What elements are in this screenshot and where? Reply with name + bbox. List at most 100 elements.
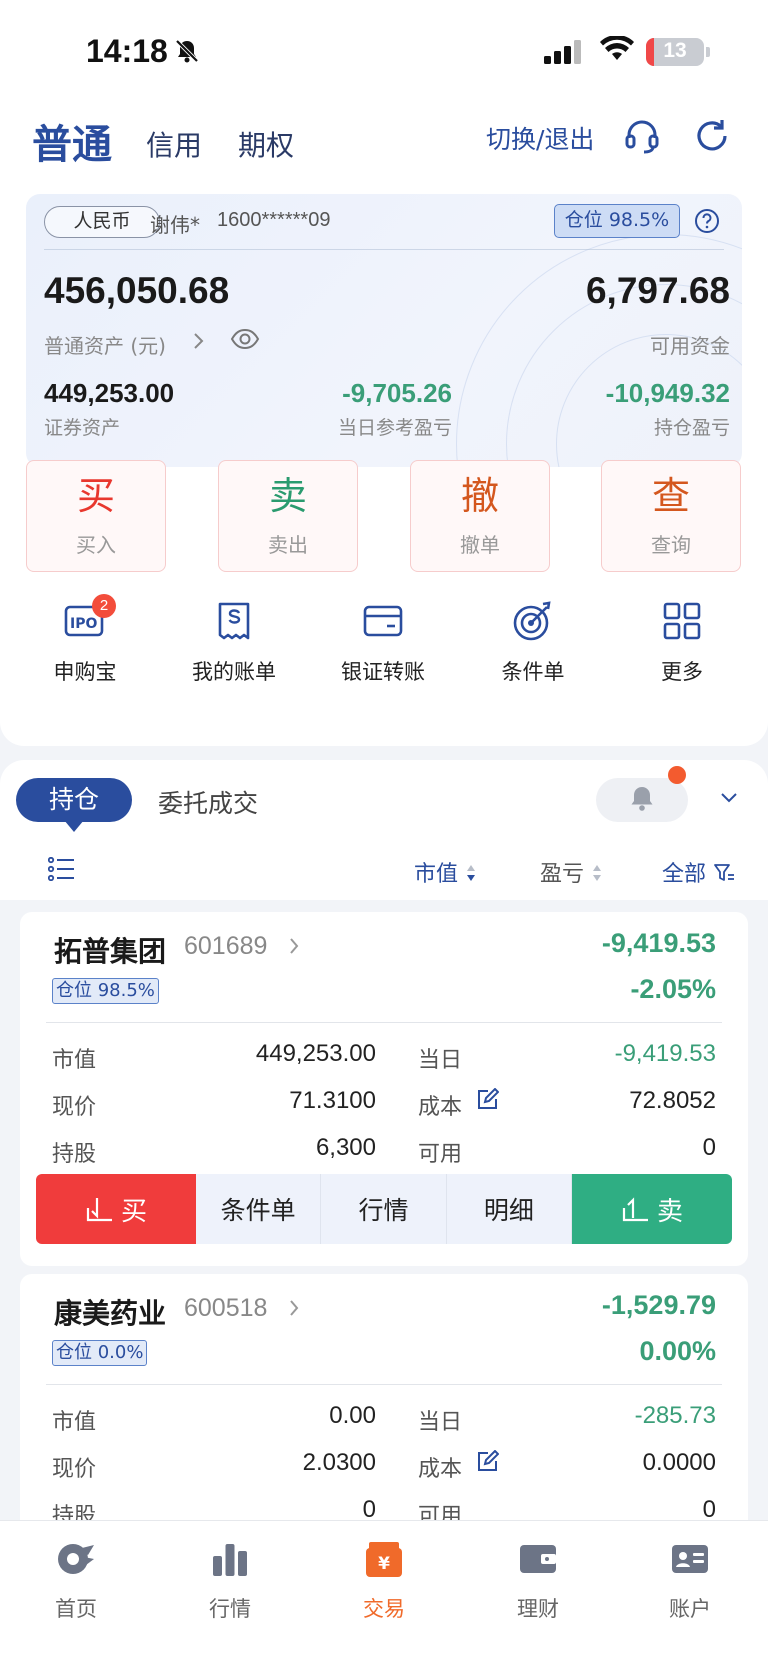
bell-muted-icon bbox=[174, 38, 200, 68]
daily-pl-label: 当日参考盈亏 bbox=[337, 417, 452, 439]
holding-pl-percent: -2.05% bbox=[630, 974, 716, 1004]
edit-icon[interactable] bbox=[475, 1087, 500, 1116]
nav-trade[interactable]: ¥ 交易 bbox=[324, 1535, 444, 1623]
current-price: 71.3100 bbox=[289, 1087, 376, 1114]
tab-orders[interactable]: 委托成交 bbox=[158, 784, 258, 820]
wallet-icon bbox=[517, 1541, 559, 1581]
market-value-label: 市值 bbox=[52, 1410, 97, 1435]
account-icon bbox=[669, 1541, 711, 1581]
wifi-icon bbox=[600, 34, 634, 66]
shares: 6,300 bbox=[315, 1134, 376, 1161]
shortcut-more[interactable]: 更多 bbox=[617, 600, 747, 686]
nav-home[interactable]: 首页 bbox=[16, 1535, 136, 1623]
daily-pl-value: -9,705.26 bbox=[342, 378, 452, 408]
nav-market[interactable]: 行情 bbox=[170, 1535, 290, 1623]
cost-label: 成本 bbox=[418, 1095, 463, 1120]
holding-card-601689[interactable]: 拓普集团 601689 仓位 98.5% -9,419.53 -2.05% 市值… bbox=[20, 912, 748, 1266]
tab-holdings[interactable]: 持仓 bbox=[16, 778, 132, 822]
holding-operation-bar: 买 条件单 行情 明细 卖 bbox=[36, 1174, 732, 1244]
chevron-down-icon[interactable] bbox=[720, 790, 738, 809]
cancel-order-label: 撤单 bbox=[460, 533, 500, 557]
home-icon bbox=[54, 1539, 98, 1583]
sort-market-value[interactable]: 市值 bbox=[414, 856, 477, 888]
shortcut-ipo[interactable]: IPO 2 申购宝 bbox=[20, 594, 150, 686]
buy-action-button[interactable]: 买 买入 bbox=[26, 460, 166, 572]
bill-icon bbox=[215, 600, 253, 646]
buy-action-label: 买入 bbox=[76, 533, 116, 557]
refresh-icon[interactable] bbox=[692, 116, 732, 160]
shortcut-bank-transfer[interactable]: 银证转账 bbox=[318, 600, 448, 686]
edit-icon[interactable] bbox=[475, 1449, 500, 1478]
conditional-order-button[interactable]: 条件单 bbox=[196, 1174, 322, 1244]
nav-account[interactable]: 账户 bbox=[630, 1535, 750, 1623]
cancel-order-glyph: 撤 bbox=[460, 474, 499, 518]
daily-pl: -285.73 bbox=[634, 1402, 716, 1429]
chevron-right-icon[interactable] bbox=[190, 332, 206, 354]
holding-pl-value: -10,949.32 bbox=[605, 378, 730, 408]
bottom-navigation: 首页 行情 ¥ 交易 理财 账户 bbox=[0, 1520, 768, 1667]
sort-profit-loss[interactable]: 盈亏 bbox=[540, 856, 603, 888]
sell-action-button[interactable]: 卖 卖出 bbox=[218, 460, 358, 572]
cost-price: 0.0000 bbox=[642, 1449, 716, 1476]
quick-sell-button[interactable]: 卖 bbox=[571, 1174, 732, 1244]
card-divider bbox=[46, 1022, 722, 1023]
svg-text:¥: ¥ bbox=[378, 1554, 390, 1574]
asset-summary-card: 人民币 谢伟* 1600******09 仓位 98.5% 456,050.68… bbox=[26, 194, 742, 467]
quote-button[interactable]: 行情 bbox=[321, 1174, 447, 1244]
quick-buy-label: 买 bbox=[120, 1196, 147, 1227]
query-button[interactable]: 查 查询 bbox=[601, 460, 741, 572]
holding-card-600518[interactable]: 康美药业 600518 仓位 0.0% -1,529.79 0.00% 市值 0… bbox=[20, 1274, 748, 1520]
total-asset-value: 456,050.68 bbox=[44, 270, 230, 311]
available-shares: 0 bbox=[702, 1496, 716, 1520]
tab-normal[interactable]: 普通 bbox=[32, 112, 112, 170]
trading-app: 14:18 13 普通 信用 期权 切换/退出 人民币 谢伟* 1600****… bbox=[0, 0, 768, 1667]
shortcut-conditional-order[interactable]: 条件单 bbox=[468, 600, 598, 686]
quick-buy-button[interactable]: 买 bbox=[36, 1174, 196, 1244]
tab-options[interactable]: 期权 bbox=[238, 124, 294, 164]
query-label: 查询 bbox=[651, 533, 691, 557]
available-funds-value: 6,797.68 bbox=[585, 270, 730, 311]
shortcut-my-bill[interactable]: 我的账单 bbox=[169, 600, 299, 686]
stock-code: 601689 bbox=[184, 932, 268, 960]
bell-icon bbox=[627, 783, 657, 817]
market-icon bbox=[210, 1540, 250, 1582]
eye-icon[interactable] bbox=[230, 328, 260, 354]
market-value-label: 市值 bbox=[52, 1048, 97, 1073]
nav-label: 账户 bbox=[669, 1597, 711, 1621]
price-label: 现价 bbox=[52, 1457, 97, 1482]
alert-dot bbox=[668, 766, 686, 784]
filter-label: 全部 bbox=[662, 862, 707, 887]
available-funds-label: 可用资金 bbox=[650, 334, 730, 358]
battery-indicator: 13 bbox=[646, 38, 710, 66]
nav-wealth[interactable]: 理财 bbox=[478, 1535, 598, 1623]
market-value: 449,253.00 bbox=[255, 1040, 376, 1067]
switch-exit-link[interactable]: 切换/退出 bbox=[486, 120, 594, 156]
cancel-order-button[interactable]: 撤 撤单 bbox=[410, 460, 550, 572]
account-panel: 普通 信用 期权 切换/退出 人民币 谢伟* 1600******09 仓位 9… bbox=[0, 96, 768, 746]
holding-pl: -9,419.53 bbox=[601, 928, 716, 958]
tab-credit[interactable]: 信用 bbox=[146, 124, 202, 164]
currency-pill[interactable]: 人民币 bbox=[44, 206, 160, 238]
headset-icon[interactable] bbox=[622, 116, 662, 160]
stock-name: 康美药业 bbox=[54, 1297, 167, 1330]
securities-asset-value: 449,253.00 bbox=[44, 378, 175, 408]
list-icon[interactable] bbox=[47, 856, 76, 885]
alert-button[interactable] bbox=[596, 778, 688, 822]
daily-label: 当日 bbox=[418, 1048, 463, 1073]
current-price: 2.0300 bbox=[302, 1449, 376, 1476]
securities-asset-label: 证券资产 bbox=[44, 417, 121, 439]
chevron-right-icon bbox=[288, 1299, 300, 1321]
holdings-list: 拓普集团 601689 仓位 98.5% -9,419.53 -2.05% 市值… bbox=[0, 900, 768, 1520]
shortcut-label: 我的账单 bbox=[192, 660, 276, 684]
nav-label: 行情 bbox=[209, 1597, 251, 1621]
buy-arrow-icon bbox=[86, 1198, 112, 1222]
sell-action-glyph: 卖 bbox=[268, 474, 307, 518]
detail-button[interactable]: 明细 bbox=[446, 1174, 572, 1244]
shares-label: 持股 bbox=[52, 1142, 97, 1167]
buy-action-glyph: 买 bbox=[76, 474, 115, 518]
target-icon bbox=[511, 600, 555, 646]
available-label: 可用 bbox=[418, 1504, 463, 1520]
ipo-badge: 2 bbox=[92, 594, 116, 618]
filter-all[interactable]: 全部 bbox=[662, 856, 735, 888]
help-icon[interactable] bbox=[694, 208, 720, 238]
